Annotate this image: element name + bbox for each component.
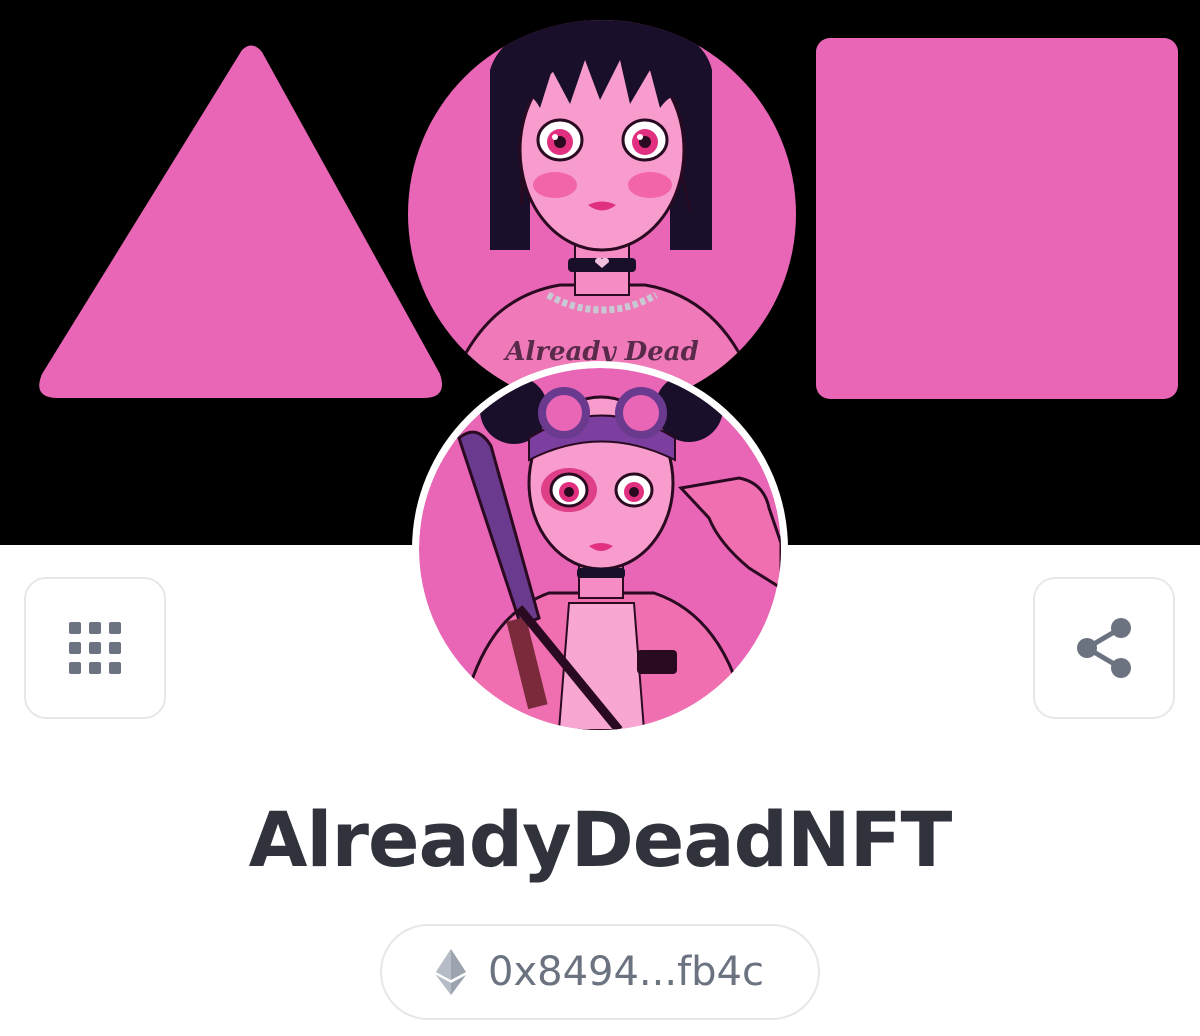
banner-square-shape [816, 38, 1178, 399]
banner-portrait-illustration: Already Dead [408, 20, 796, 408]
profile-name: AlreadyDeadNFT [248, 795, 953, 884]
wallet-address-text: 0x8494...fb4c [488, 949, 764, 995]
banner-triangle-shape [39, 45, 442, 399]
profile-page: Already Dead AlreadyDeadNFT 0x8494...fb4… [0, 0, 1200, 1036]
profile-avatar[interactable] [412, 361, 788, 737]
grid-icon [69, 622, 121, 674]
share-button[interactable] [1033, 577, 1175, 719]
ethereum-icon [436, 949, 466, 995]
share-icon [1077, 618, 1131, 678]
apps-grid-button[interactable] [24, 577, 166, 719]
wallet-address-button[interactable]: 0x8494...fb4c [380, 924, 820, 1020]
